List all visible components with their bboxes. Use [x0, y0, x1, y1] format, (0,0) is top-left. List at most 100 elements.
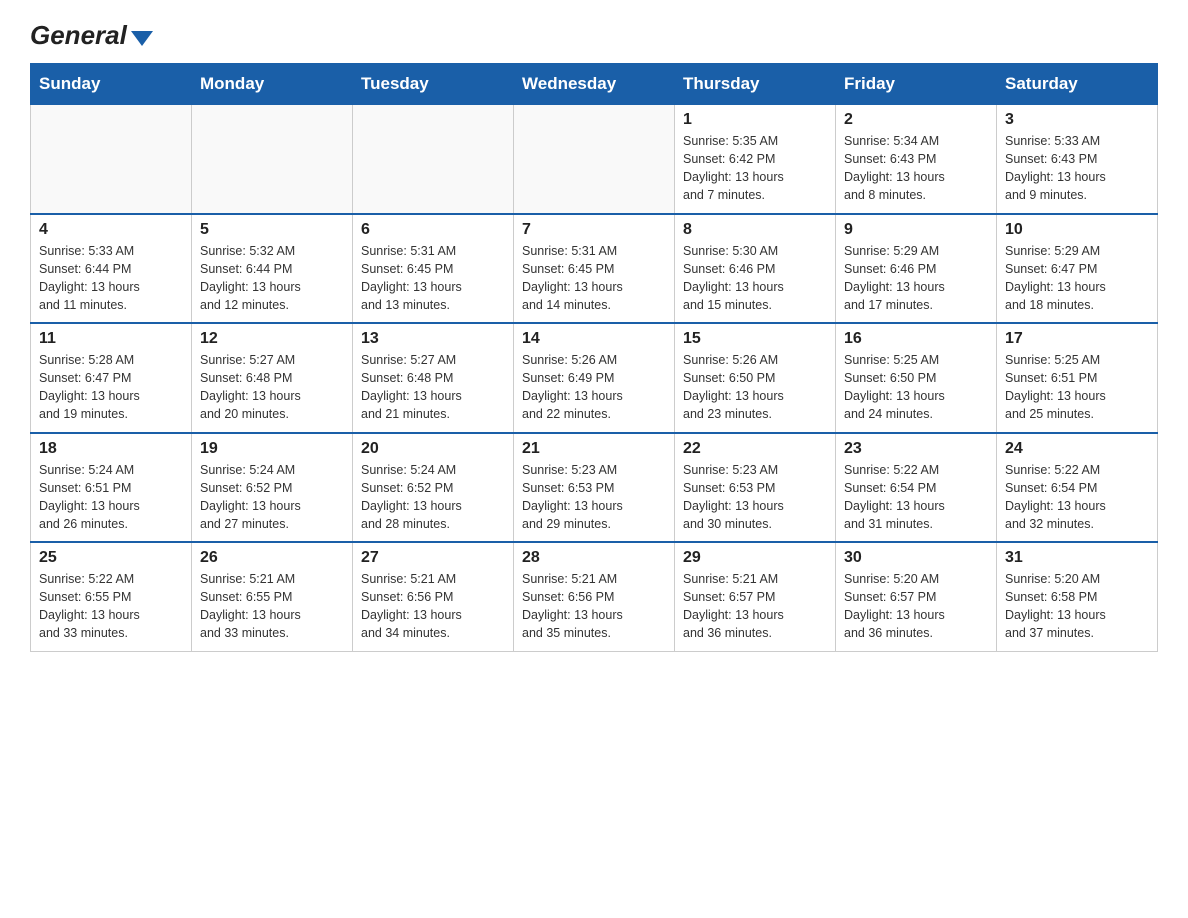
calendar-cell: 8 Sunrise: 5:30 AM Sunset: 6:46 PM Daylig… — [675, 214, 836, 324]
weekday-header-thursday: Thursday — [675, 64, 836, 105]
calendar-cell: 28Sunrise: 5:21 AM Sunset: 6:56 PM Dayli… — [514, 542, 675, 651]
day-info: Sunrise: 5:27 AM Sunset: 6:48 PM Dayligh… — [200, 351, 344, 424]
day-info: Sunrise: 5:32 AM Sunset: 6:44 PM Dayligh… — [200, 242, 344, 315]
day-info: Sunrise: 5:22 AM Sunset: 6:54 PM Dayligh… — [1005, 461, 1149, 534]
day-info: Sunrise: 5:28 AM Sunset: 6:47 PM Dayligh… — [39, 351, 183, 424]
calendar-cell: 15Sunrise: 5:26 AM Sunset: 6:50 PM Dayli… — [675, 323, 836, 433]
day-info: Sunrise: 5:21 AM Sunset: 6:56 PM Dayligh… — [361, 570, 505, 643]
day-info: Sunrise: 5:21 AM Sunset: 6:57 PM Dayligh… — [683, 570, 827, 643]
day-info: Sunrise: 5:27 AM Sunset: 6:48 PM Dayligh… — [361, 351, 505, 424]
calendar-cell: 4 Sunrise: 5:33 AM Sunset: 6:44 PM Daylig… — [31, 214, 192, 324]
day-number: 18 — [39, 440, 183, 458]
calendar-cell — [353, 105, 514, 214]
calendar-cell: 18 Sunrise: 5:24 AM Sunset: 6:51 PM Dayli… — [31, 433, 192, 543]
calendar-cell: 20 Sunrise: 5:24 AM Sunset: 6:52 PM Dayli… — [353, 433, 514, 543]
calendar-cell: 3 Sunrise: 5:33 AM Sunset: 6:43 PM Daylig… — [997, 105, 1158, 214]
day-info: Sunrise: 5:22 AM Sunset: 6:54 PM Dayligh… — [844, 461, 988, 534]
week-row-2: 4 Sunrise: 5:33 AM Sunset: 6:44 PM Daylig… — [31, 214, 1158, 324]
calendar-cell: 21 Sunrise: 5:23 AM Sunset: 6:53 PM Dayli… — [514, 433, 675, 543]
calendar-cell: 11 Sunrise: 5:28 AM Sunset: 6:47 PM Dayli… — [31, 323, 192, 433]
day-info: Sunrise: 5:26 AM Sunset: 6:49 PM Dayligh… — [522, 351, 666, 424]
calendar-cell: 17 Sunrise: 5:25 AM Sunset: 6:51 PM Dayli… — [997, 323, 1158, 433]
calendar-cell — [31, 105, 192, 214]
calendar-cell: 5 Sunrise: 5:32 AM Sunset: 6:44 PM Daylig… — [192, 214, 353, 324]
calendar-cell: 7 Sunrise: 5:31 AM Sunset: 6:45 PM Daylig… — [514, 214, 675, 324]
day-number: 22 — [683, 440, 827, 458]
day-number: 3 — [1005, 111, 1149, 129]
day-info: Sunrise: 5:29 AM Sunset: 6:46 PM Dayligh… — [844, 242, 988, 315]
day-info: Sunrise: 5:23 AM Sunset: 6:53 PM Dayligh… — [522, 461, 666, 534]
day-number: 14 — [522, 330, 666, 348]
day-number: 31 — [1005, 549, 1149, 567]
day-info: Sunrise: 5:25 AM Sunset: 6:51 PM Dayligh… — [1005, 351, 1149, 424]
day-number: 13 — [361, 330, 505, 348]
day-info: Sunrise: 5:30 AM Sunset: 6:46 PM Dayligh… — [683, 242, 827, 315]
calendar-table: SundayMondayTuesdayWednesdayThursdayFrid… — [30, 63, 1158, 652]
day-number: 17 — [1005, 330, 1149, 348]
calendar-cell: 14 Sunrise: 5:26 AM Sunset: 6:49 PM Dayli… — [514, 323, 675, 433]
day-info: Sunrise: 5:24 AM Sunset: 6:52 PM Dayligh… — [200, 461, 344, 534]
day-info: Sunrise: 5:22 AM Sunset: 6:55 PM Dayligh… — [39, 570, 183, 643]
calendar-cell: 31 Sunrise: 5:20 AM Sunset: 6:58 PM Dayli… — [997, 542, 1158, 651]
weekday-header-sunday: Sunday — [31, 64, 192, 105]
calendar-cell: 24 Sunrise: 5:22 AM Sunset: 6:54 PM Dayli… — [997, 433, 1158, 543]
calendar-cell: 6 Sunrise: 5:31 AM Sunset: 6:45 PM Daylig… — [353, 214, 514, 324]
calendar-cell: 22Sunrise: 5:23 AM Sunset: 6:53 PM Dayli… — [675, 433, 836, 543]
week-row-5: 25 Sunrise: 5:22 AM Sunset: 6:55 PM Dayli… — [31, 542, 1158, 651]
day-info: Sunrise: 5:29 AM Sunset: 6:47 PM Dayligh… — [1005, 242, 1149, 315]
week-row-3: 11 Sunrise: 5:28 AM Sunset: 6:47 PM Dayli… — [31, 323, 1158, 433]
logo: General — [30, 20, 153, 45]
calendar-cell: 2 Sunrise: 5:34 AM Sunset: 6:43 PM Daylig… — [836, 105, 997, 214]
day-number: 7 — [522, 221, 666, 239]
day-info: Sunrise: 5:20 AM Sunset: 6:58 PM Dayligh… — [1005, 570, 1149, 643]
day-info: Sunrise: 5:24 AM Sunset: 6:51 PM Dayligh… — [39, 461, 183, 534]
weekday-header-saturday: Saturday — [997, 64, 1158, 105]
day-info: Sunrise: 5:21 AM Sunset: 6:56 PM Dayligh… — [522, 570, 666, 643]
weekday-header-tuesday: Tuesday — [353, 64, 514, 105]
weekday-header-row: SundayMondayTuesdayWednesdayThursdayFrid… — [31, 64, 1158, 105]
calendar-cell: 25 Sunrise: 5:22 AM Sunset: 6:55 PM Dayli… — [31, 542, 192, 651]
day-number: 21 — [522, 440, 666, 458]
day-info: Sunrise: 5:21 AM Sunset: 6:55 PM Dayligh… — [200, 570, 344, 643]
day-number: 6 — [361, 221, 505, 239]
day-number: 9 — [844, 221, 988, 239]
day-number: 8 — [683, 221, 827, 239]
day-info: Sunrise: 5:26 AM Sunset: 6:50 PM Dayligh… — [683, 351, 827, 424]
calendar-cell: 26Sunrise: 5:21 AM Sunset: 6:55 PM Dayli… — [192, 542, 353, 651]
calendar-cell: 10Sunrise: 5:29 AM Sunset: 6:47 PM Dayli… — [997, 214, 1158, 324]
calendar-cell: 23Sunrise: 5:22 AM Sunset: 6:54 PM Dayli… — [836, 433, 997, 543]
day-number: 27 — [361, 549, 505, 567]
day-info: Sunrise: 5:33 AM Sunset: 6:43 PM Dayligh… — [1005, 132, 1149, 205]
day-number: 2 — [844, 111, 988, 129]
day-info: Sunrise: 5:25 AM Sunset: 6:50 PM Dayligh… — [844, 351, 988, 424]
day-number: 5 — [200, 221, 344, 239]
day-info: Sunrise: 5:31 AM Sunset: 6:45 PM Dayligh… — [361, 242, 505, 315]
calendar-cell: 16Sunrise: 5:25 AM Sunset: 6:50 PM Dayli… — [836, 323, 997, 433]
day-number: 25 — [39, 549, 183, 567]
calendar-cell: 29 Sunrise: 5:21 AM Sunset: 6:57 PM Dayli… — [675, 542, 836, 651]
day-number: 20 — [361, 440, 505, 458]
day-info: Sunrise: 5:34 AM Sunset: 6:43 PM Dayligh… — [844, 132, 988, 205]
day-number: 1 — [683, 111, 827, 129]
calendar-cell: 19 Sunrise: 5:24 AM Sunset: 6:52 PM Dayli… — [192, 433, 353, 543]
day-info: Sunrise: 5:35 AM Sunset: 6:42 PM Dayligh… — [683, 132, 827, 205]
calendar-cell — [192, 105, 353, 214]
calendar-cell: 30Sunrise: 5:20 AM Sunset: 6:57 PM Dayli… — [836, 542, 997, 651]
day-number: 19 — [200, 440, 344, 458]
week-row-4: 18 Sunrise: 5:24 AM Sunset: 6:51 PM Dayli… — [31, 433, 1158, 543]
calendar-cell: 27 Sunrise: 5:21 AM Sunset: 6:56 PM Dayli… — [353, 542, 514, 651]
weekday-header-friday: Friday — [836, 64, 997, 105]
logo-triangle-icon — [131, 31, 153, 46]
day-info: Sunrise: 5:24 AM Sunset: 6:52 PM Dayligh… — [361, 461, 505, 534]
weekday-header-wednesday: Wednesday — [514, 64, 675, 105]
day-number: 4 — [39, 221, 183, 239]
weekday-header-monday: Monday — [192, 64, 353, 105]
day-number: 12 — [200, 330, 344, 348]
calendar-cell: 1 Sunrise: 5:35 AM Sunset: 6:42 PM Daylig… — [675, 105, 836, 214]
day-number: 29 — [683, 549, 827, 567]
day-info: Sunrise: 5:31 AM Sunset: 6:45 PM Dayligh… — [522, 242, 666, 315]
logo-general-text: General — [30, 20, 127, 51]
day-number: 11 — [39, 330, 183, 348]
day-number: 24 — [1005, 440, 1149, 458]
day-info: Sunrise: 5:33 AM Sunset: 6:44 PM Dayligh… — [39, 242, 183, 315]
